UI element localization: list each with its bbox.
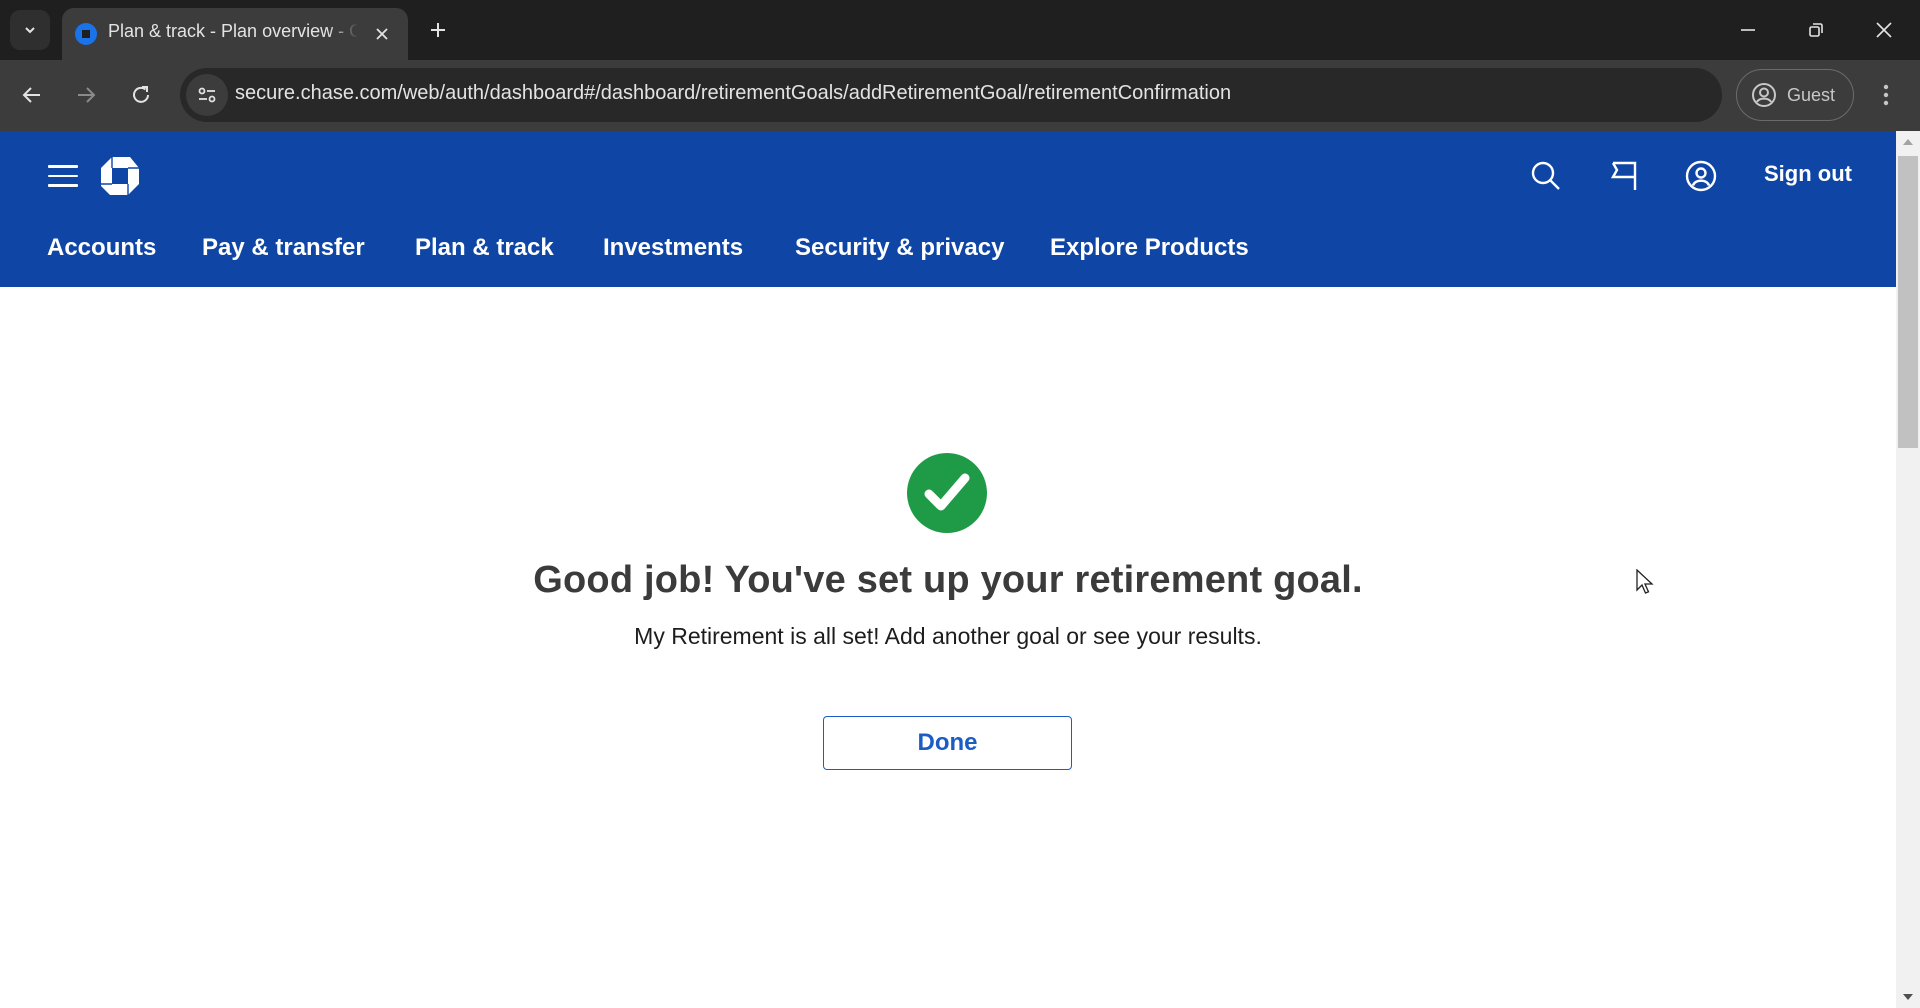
confirmation-headline: Good job! You've set up your retirement … bbox=[533, 559, 1363, 601]
done-button[interactable]: Done bbox=[823, 716, 1072, 770]
restore-icon bbox=[1809, 23, 1823, 37]
tab-close-button[interactable] bbox=[370, 22, 394, 46]
reload-icon bbox=[133, 86, 149, 103]
back-arrow-icon bbox=[22, 87, 40, 103]
address-bar[interactable]: secure.chase.com/web/auth/dashboard#/das… bbox=[180, 68, 1722, 122]
browser-toolbar: secure.chase.com/web/auth/dashboard#/das… bbox=[0, 60, 1920, 131]
page-scrollbar[interactable] bbox=[1896, 131, 1920, 1008]
new-tab-button[interactable] bbox=[424, 16, 452, 44]
chase-favicon-icon bbox=[75, 23, 97, 45]
page-viewport: Sign out Accounts Pay & transfer Plan & … bbox=[0, 131, 1896, 1008]
plus-icon bbox=[431, 23, 445, 37]
forward-arrow-icon bbox=[78, 87, 96, 103]
minimize-icon bbox=[1741, 29, 1755, 31]
close-window-button[interactable] bbox=[1864, 12, 1904, 48]
scrollbar-thumb[interactable] bbox=[1898, 156, 1918, 448]
retirement-confirmation: Good job! You've set up your retirement … bbox=[0, 131, 1896, 1008]
reload-button[interactable] bbox=[123, 77, 159, 113]
tab-search-button[interactable] bbox=[10, 10, 50, 50]
scroll-up-arrow-icon[interactable] bbox=[1903, 139, 1913, 145]
browser-menu-button[interactable] bbox=[1872, 77, 1900, 113]
site-info-button[interactable] bbox=[186, 74, 228, 116]
close-icon bbox=[376, 28, 388, 40]
browser-tab-strip: Plan & track - Plan overview - Chase bbox=[0, 0, 1920, 60]
chevron-down-icon bbox=[25, 27, 35, 34]
profile-label: Guest bbox=[1787, 84, 1836, 105]
tune-icon bbox=[198, 87, 216, 103]
close-icon bbox=[1876, 22, 1892, 38]
tab-title: Plan & track - Plan overview - Chase bbox=[108, 21, 358, 41]
browser-tab-active[interactable]: Plan & track - Plan overview - Chase bbox=[62, 8, 408, 60]
success-check-icon bbox=[907, 453, 987, 533]
kebab-menu-icon bbox=[1883, 84, 1889, 106]
profile-icon bbox=[1752, 83, 1776, 107]
profile-button[interactable]: Guest bbox=[1736, 69, 1854, 121]
mouse-cursor-icon bbox=[1636, 569, 1654, 594]
confirmation-message: My Retirement is all set! Add another go… bbox=[634, 623, 1262, 649]
restore-button[interactable] bbox=[1796, 12, 1836, 48]
scroll-down-arrow-icon[interactable] bbox=[1903, 994, 1913, 1000]
back-button[interactable] bbox=[14, 77, 50, 113]
url-text[interactable]: secure.chase.com/web/auth/dashboard#/das… bbox=[235, 82, 1231, 105]
forward-button[interactable] bbox=[68, 77, 104, 113]
minimize-button[interactable] bbox=[1728, 12, 1768, 48]
